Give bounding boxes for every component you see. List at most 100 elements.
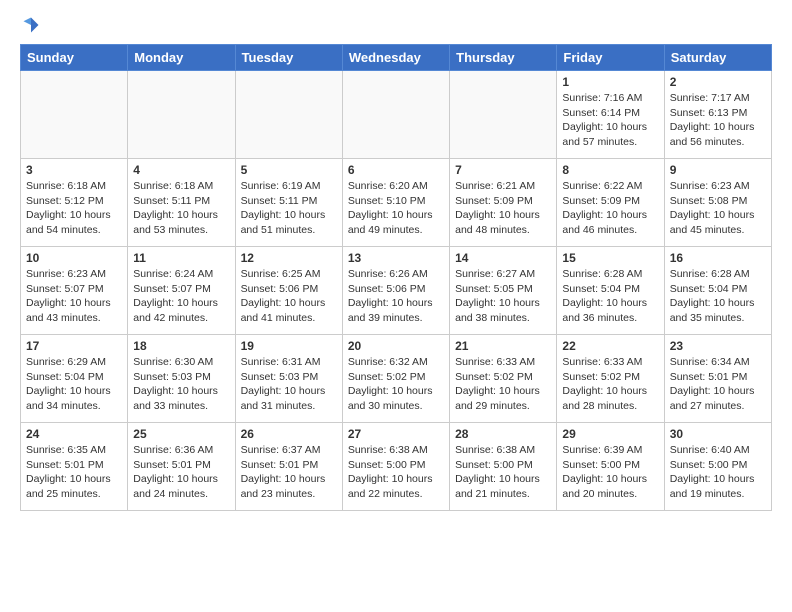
calendar-cell: 11 Sunrise: 6:24 AM Sunset: 5:07 PM Dayli…	[128, 247, 235, 335]
calendar-cell: 24 Sunrise: 6:35 AM Sunset: 5:01 PM Dayli…	[21, 423, 128, 511]
weekday-header-wednesday: Wednesday	[342, 45, 449, 71]
day-info: Sunrise: 6:39 AM Sunset: 5:00 PM Dayligh…	[562, 443, 658, 502]
day-number: 20	[348, 339, 444, 353]
calendar-cell: 29 Sunrise: 6:39 AM Sunset: 5:00 PM Dayli…	[557, 423, 664, 511]
day-number: 12	[241, 251, 337, 265]
day-number: 15	[562, 251, 658, 265]
calendar-cell: 12 Sunrise: 6:25 AM Sunset: 5:06 PM Dayli…	[235, 247, 342, 335]
calendar-week-4: 17 Sunrise: 6:29 AM Sunset: 5:04 PM Dayli…	[21, 335, 772, 423]
calendar-cell: 15 Sunrise: 6:28 AM Sunset: 5:04 PM Dayli…	[557, 247, 664, 335]
day-info: Sunrise: 7:17 AM Sunset: 6:13 PM Dayligh…	[670, 91, 766, 150]
day-info: Sunrise: 6:37 AM Sunset: 5:01 PM Dayligh…	[241, 443, 337, 502]
calendar-cell: 26 Sunrise: 6:37 AM Sunset: 5:01 PM Dayli…	[235, 423, 342, 511]
day-number: 28	[455, 427, 551, 441]
calendar-cell: 27 Sunrise: 6:38 AM Sunset: 5:00 PM Dayli…	[342, 423, 449, 511]
calendar-cell: 14Sunrise: 6:27 AM Sunset: 5:05 PM Dayli…	[450, 247, 557, 335]
day-info: Sunrise: 6:22 AM Sunset: 5:09 PM Dayligh…	[562, 179, 658, 238]
day-number: 21	[455, 339, 551, 353]
calendar-cell: 8 Sunrise: 6:22 AM Sunset: 5:09 PM Daylig…	[557, 159, 664, 247]
day-number: 6	[348, 163, 444, 177]
day-info: Sunrise: 6:36 AM Sunset: 5:01 PM Dayligh…	[133, 443, 229, 502]
day-number: 1	[562, 75, 658, 89]
day-number: 13	[348, 251, 444, 265]
day-number: 16	[670, 251, 766, 265]
day-info: Sunrise: 6:23 AM Sunset: 5:08 PM Dayligh…	[670, 179, 766, 238]
day-number: 3	[26, 163, 122, 177]
calendar-cell: 4 Sunrise: 6:18 AM Sunset: 5:11 PM Daylig…	[128, 159, 235, 247]
day-number: 2	[670, 75, 766, 89]
day-info: Sunrise: 6:31 AM Sunset: 5:03 PM Dayligh…	[241, 355, 337, 414]
calendar-cell: 6 Sunrise: 6:20 AM Sunset: 5:10 PM Daylig…	[342, 159, 449, 247]
day-number: 17	[26, 339, 122, 353]
weekday-header-thursday: Thursday	[450, 45, 557, 71]
calendar-cell: 10Sunrise: 6:23 AM Sunset: 5:07 PM Dayli…	[21, 247, 128, 335]
calendar: SundayMondayTuesdayWednesdayThursdayFrid…	[20, 44, 772, 511]
day-number: 7	[455, 163, 551, 177]
day-info: Sunrise: 6:30 AM Sunset: 5:03 PM Dayligh…	[133, 355, 229, 414]
calendar-cell: 20 Sunrise: 6:32 AM Sunset: 5:02 PM Dayli…	[342, 335, 449, 423]
day-info: Sunrise: 6:29 AM Sunset: 5:04 PM Dayligh…	[26, 355, 122, 414]
calendar-cell: 9 Sunrise: 6:23 AM Sunset: 5:08 PM Daylig…	[664, 159, 771, 247]
day-info: Sunrise: 6:40 AM Sunset: 5:00 PM Dayligh…	[670, 443, 766, 502]
day-info: Sunrise: 6:25 AM Sunset: 5:06 PM Dayligh…	[241, 267, 337, 326]
calendar-cell: 28 Sunrise: 6:38 AM Sunset: 5:00 PM Dayli…	[450, 423, 557, 511]
day-number: 27	[348, 427, 444, 441]
day-number: 29	[562, 427, 658, 441]
day-number: 25	[133, 427, 229, 441]
calendar-cell: 18Sunrise: 6:30 AM Sunset: 5:03 PM Dayli…	[128, 335, 235, 423]
day-info: Sunrise: 6:38 AM Sunset: 5:00 PM Dayligh…	[348, 443, 444, 502]
calendar-cell: 23 Sunrise: 6:34 AM Sunset: 5:01 PM Dayli…	[664, 335, 771, 423]
logo	[20, 16, 40, 34]
day-info: Sunrise: 6:27 AM Sunset: 5:05 PM Dayligh…	[455, 267, 551, 326]
calendar-week-5: 24 Sunrise: 6:35 AM Sunset: 5:01 PM Dayli…	[21, 423, 772, 511]
day-number: 23	[670, 339, 766, 353]
day-info: Sunrise: 6:33 AM Sunset: 5:02 PM Dayligh…	[455, 355, 551, 414]
day-info: Sunrise: 6:20 AM Sunset: 5:10 PM Dayligh…	[348, 179, 444, 238]
calendar-cell: 17 Sunrise: 6:29 AM Sunset: 5:04 PM Dayli…	[21, 335, 128, 423]
weekday-header-sunday: Sunday	[21, 45, 128, 71]
day-number: 22	[562, 339, 658, 353]
day-info: Sunrise: 6:28 AM Sunset: 5:04 PM Dayligh…	[670, 267, 766, 326]
calendar-cell: 25 Sunrise: 6:36 AM Sunset: 5:01 PM Dayli…	[128, 423, 235, 511]
weekday-header-monday: Monday	[128, 45, 235, 71]
calendar-cell: 5 Sunrise: 6:19 AM Sunset: 5:11 PM Daylig…	[235, 159, 342, 247]
day-number: 24	[26, 427, 122, 441]
day-info: Sunrise: 7:16 AM Sunset: 6:14 PM Dayligh…	[562, 91, 658, 150]
calendar-cell	[235, 71, 342, 159]
day-info: Sunrise: 6:28 AM Sunset: 5:04 PM Dayligh…	[562, 267, 658, 326]
day-info: Sunrise: 6:32 AM Sunset: 5:02 PM Dayligh…	[348, 355, 444, 414]
calendar-cell	[450, 71, 557, 159]
day-number: 4	[133, 163, 229, 177]
day-info: Sunrise: 6:33 AM Sunset: 5:02 PM Dayligh…	[562, 355, 658, 414]
calendar-cell: 21 Sunrise: 6:33 AM Sunset: 5:02 PM Dayli…	[450, 335, 557, 423]
calendar-cell: 3Sunrise: 6:18 AM Sunset: 5:12 PM Daylig…	[21, 159, 128, 247]
day-number: 8	[562, 163, 658, 177]
day-info: Sunrise: 6:23 AM Sunset: 5:07 PM Dayligh…	[26, 267, 122, 326]
calendar-cell	[342, 71, 449, 159]
calendar-cell: 2 Sunrise: 7:17 AM Sunset: 6:13 PM Daylig…	[664, 71, 771, 159]
day-number: 26	[241, 427, 337, 441]
calendar-cell	[21, 71, 128, 159]
day-info: Sunrise: 6:24 AM Sunset: 5:07 PM Dayligh…	[133, 267, 229, 326]
weekday-header-tuesday: Tuesday	[235, 45, 342, 71]
day-info: Sunrise: 6:35 AM Sunset: 5:01 PM Dayligh…	[26, 443, 122, 502]
day-info: Sunrise: 6:38 AM Sunset: 5:00 PM Dayligh…	[455, 443, 551, 502]
calendar-week-1: 1 Sunrise: 7:16 AM Sunset: 6:14 PM Daylig…	[21, 71, 772, 159]
day-number: 5	[241, 163, 337, 177]
day-info: Sunrise: 6:26 AM Sunset: 5:06 PM Dayligh…	[348, 267, 444, 326]
calendar-cell: 7Sunrise: 6:21 AM Sunset: 5:09 PM Daylig…	[450, 159, 557, 247]
weekday-header-friday: Friday	[557, 45, 664, 71]
day-info: Sunrise: 6:19 AM Sunset: 5:11 PM Dayligh…	[241, 179, 337, 238]
calendar-week-2: 3Sunrise: 6:18 AM Sunset: 5:12 PM Daylig…	[21, 159, 772, 247]
day-number: 19	[241, 339, 337, 353]
calendar-cell: 22 Sunrise: 6:33 AM Sunset: 5:02 PM Dayli…	[557, 335, 664, 423]
page: SundayMondayTuesdayWednesdayThursdayFrid…	[0, 0, 792, 521]
day-number: 11	[133, 251, 229, 265]
day-number: 9	[670, 163, 766, 177]
calendar-cell: 30 Sunrise: 6:40 AM Sunset: 5:00 PM Dayli…	[664, 423, 771, 511]
day-number: 30	[670, 427, 766, 441]
header	[20, 16, 772, 34]
day-info: Sunrise: 6:34 AM Sunset: 5:01 PM Dayligh…	[670, 355, 766, 414]
calendar-cell: 16 Sunrise: 6:28 AM Sunset: 5:04 PM Dayli…	[664, 247, 771, 335]
day-info: Sunrise: 6:18 AM Sunset: 5:11 PM Dayligh…	[133, 179, 229, 238]
